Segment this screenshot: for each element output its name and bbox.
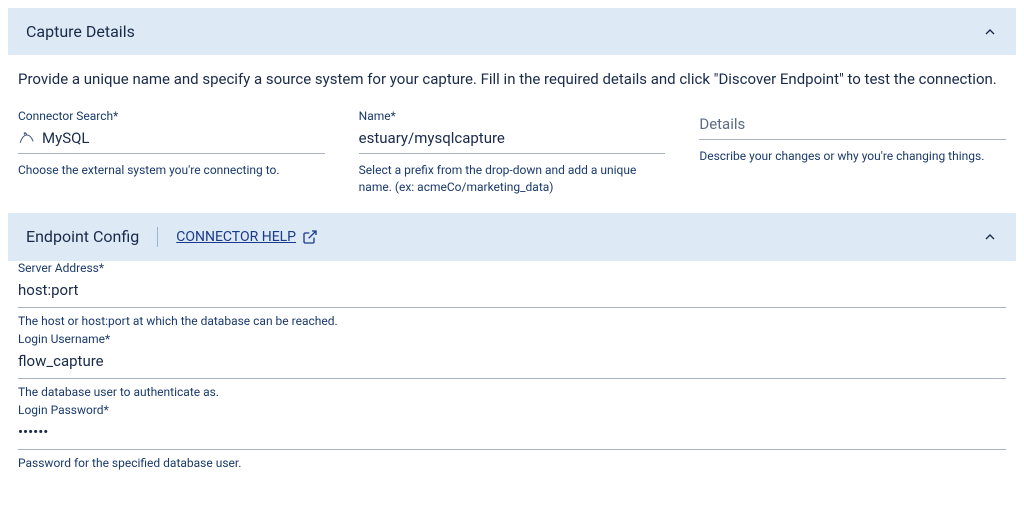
endpoint-config-body: Server Address* The host or host:port at… bbox=[8, 261, 1016, 470]
login-username-input[interactable] bbox=[18, 350, 1006, 372]
header-divider bbox=[157, 227, 158, 247]
details-field: Describe your changes or why you're chan… bbox=[699, 109, 1006, 197]
capture-details-body: Provide a unique name and specify a sour… bbox=[8, 55, 1016, 205]
login-username-input-wrap[interactable] bbox=[18, 350, 1006, 379]
capture-fields-row: Connector Search* Choose the external sy… bbox=[18, 109, 1006, 197]
connector-search-input[interactable] bbox=[42, 127, 325, 149]
mysql-icon bbox=[18, 129, 36, 147]
login-password-input[interactable] bbox=[18, 421, 1006, 443]
login-username-help: The database user to authenticate as. bbox=[18, 385, 1006, 399]
details-input[interactable] bbox=[699, 113, 1006, 135]
login-password-input-wrap[interactable] bbox=[18, 421, 1006, 450]
chevron-up-icon bbox=[982, 24, 998, 40]
name-help: Select a prefix from the drop-down and a… bbox=[359, 162, 666, 197]
details-input-wrap[interactable] bbox=[699, 113, 1006, 140]
endpoint-config-panel: Endpoint Config CONNECTOR HELP Server Ad… bbox=[8, 213, 1016, 470]
server-address-field: Server Address* The host or host:port at… bbox=[18, 261, 1006, 328]
connector-search-help: Choose the external system you're connec… bbox=[18, 162, 325, 179]
connector-search-label: Connector Search* bbox=[18, 109, 325, 123]
server-address-help: The host or host:port at which the datab… bbox=[18, 314, 1006, 328]
name-input-wrap[interactable] bbox=[359, 127, 666, 154]
login-password-field: Login Password* Password for the specifi… bbox=[18, 403, 1006, 470]
name-field: Name* Select a prefix from the drop-down… bbox=[359, 109, 666, 197]
login-password-label: Login Password* bbox=[18, 403, 1006, 417]
connector-help-link[interactable]: CONNECTOR HELP bbox=[176, 229, 318, 245]
endpoint-config-header-left: Endpoint Config CONNECTOR HELP bbox=[26, 227, 318, 247]
login-password-help: Password for the specified database user… bbox=[18, 456, 1006, 470]
connector-search-input-wrap[interactable] bbox=[18, 127, 325, 154]
capture-details-title: Capture Details bbox=[26, 22, 135, 41]
connector-search-field: Connector Search* Choose the external sy… bbox=[18, 109, 325, 197]
name-input[interactable] bbox=[359, 127, 666, 149]
endpoint-config-title: Endpoint Config bbox=[26, 227, 139, 246]
name-label: Name* bbox=[359, 109, 666, 123]
capture-details-intro: Provide a unique name and specify a sour… bbox=[18, 69, 1006, 91]
connector-help-label: CONNECTOR HELP bbox=[176, 229, 296, 245]
server-address-label: Server Address* bbox=[18, 261, 1006, 275]
endpoint-config-header[interactable]: Endpoint Config CONNECTOR HELP bbox=[8, 213, 1016, 261]
chevron-up-icon bbox=[982, 229, 998, 245]
external-link-icon bbox=[302, 229, 318, 245]
server-address-input-wrap[interactable] bbox=[18, 279, 1006, 308]
server-address-input[interactable] bbox=[18, 279, 1006, 301]
details-help: Describe your changes or why you're chan… bbox=[699, 148, 1006, 165]
login-username-label: Login Username* bbox=[18, 332, 1006, 346]
capture-details-header[interactable]: Capture Details bbox=[8, 8, 1016, 55]
capture-details-panel: Capture Details Provide a unique name an… bbox=[8, 8, 1016, 205]
login-username-field: Login Username* The database user to aut… bbox=[18, 332, 1006, 399]
